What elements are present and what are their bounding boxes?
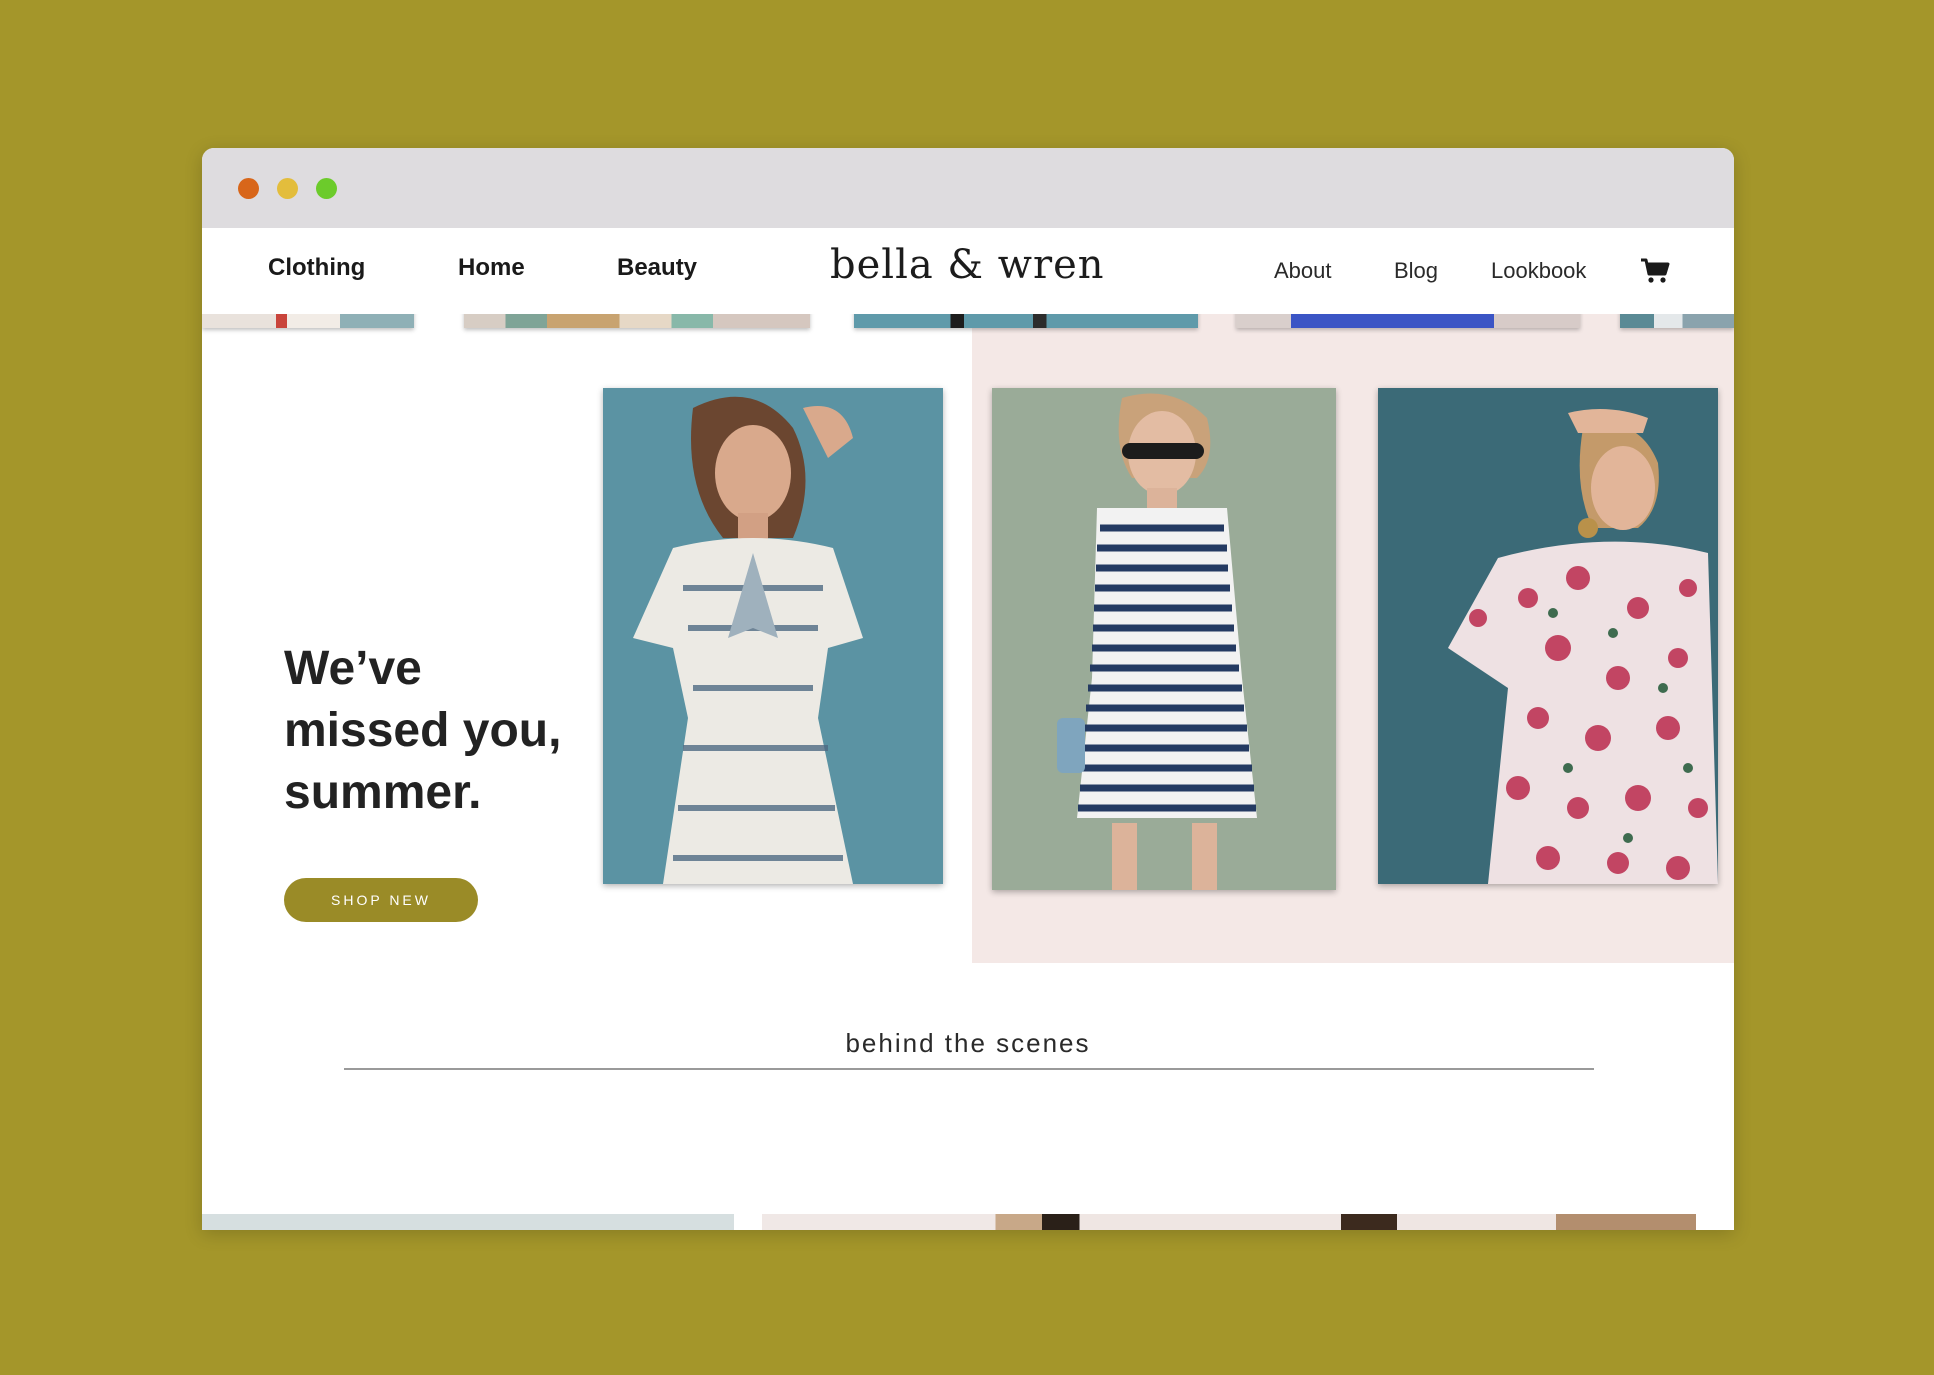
- nav-link-clothing[interactable]: Clothing: [268, 254, 365, 282]
- maximize-window-button[interactable]: [316, 178, 337, 199]
- shop-new-button[interactable]: SHOP NEW: [284, 878, 478, 922]
- behind-the-scenes-image[interactable]: [202, 1214, 734, 1230]
- nav-link-about[interactable]: About: [1274, 258, 1332, 284]
- brand-logo[interactable]: bella & wren: [830, 242, 1105, 288]
- page-viewport[interactable]: Clothing Home Beauty bella & wren About …: [202, 228, 1734, 1230]
- close-window-button[interactable]: [238, 178, 259, 199]
- minimize-window-button[interactable]: [277, 178, 298, 199]
- main-navigation: Clothing Home Beauty bella & wren About …: [202, 228, 1734, 314]
- hero-heading: We’ve missed you, summer.: [284, 638, 584, 824]
- section-divider: [344, 1068, 1594, 1070]
- nav-link-home[interactable]: Home: [458, 254, 525, 282]
- hero-heading-line: summer.: [284, 766, 482, 819]
- behind-the-scenes-image[interactable]: [762, 1214, 1696, 1230]
- nav-link-lookbook[interactable]: Lookbook: [1491, 258, 1586, 284]
- browser-titlebar: [202, 148, 1734, 228]
- hero-heading-line: missed you,: [284, 704, 562, 757]
- nav-link-beauty[interactable]: Beauty: [617, 254, 697, 282]
- hero-heading-line: We’ve: [284, 642, 422, 695]
- nav-link-blog[interactable]: Blog: [1394, 258, 1438, 284]
- product-photo-floral-dress[interactable]: [1378, 388, 1718, 884]
- product-photo-striped-dress[interactable]: [603, 388, 943, 884]
- behind-the-scenes-heading: behind the scenes: [845, 1028, 1091, 1058]
- cart-icon[interactable]: [1640, 258, 1670, 284]
- product-photo-stripe-shift-dress[interactable]: [992, 388, 1336, 890]
- browser-window: Clothing Home Beauty bella & wren About …: [202, 148, 1734, 1230]
